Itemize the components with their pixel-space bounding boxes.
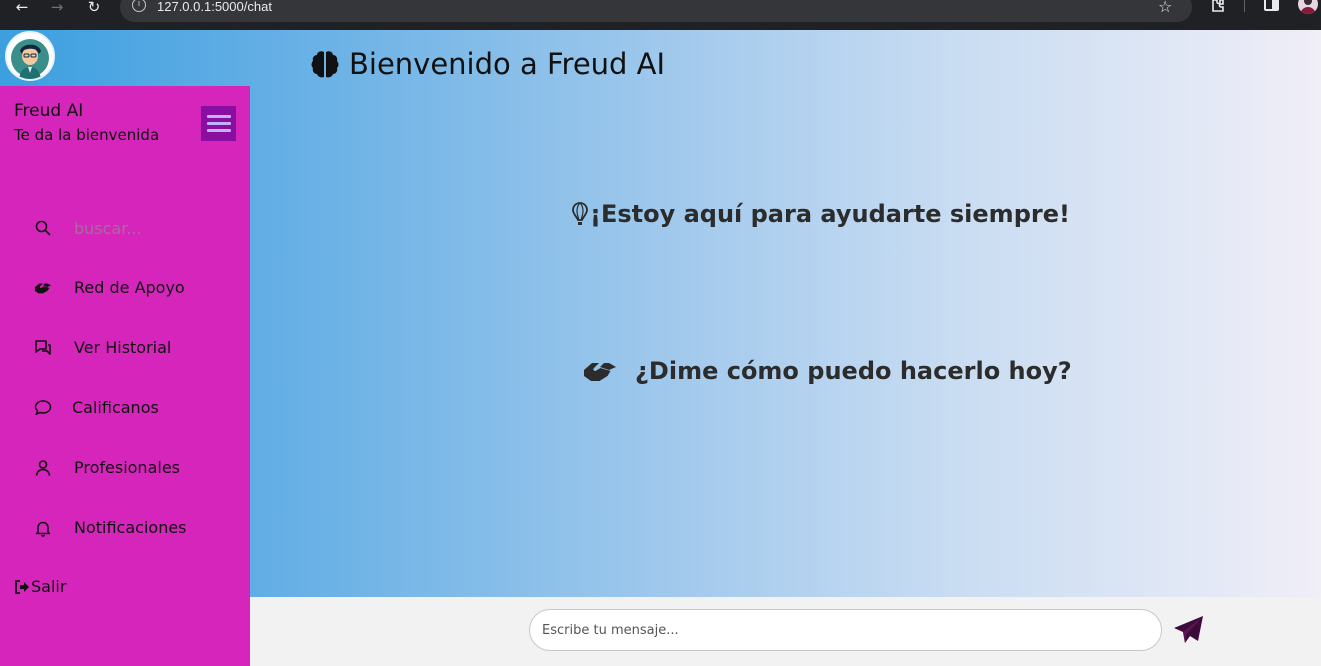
sidebar-item-label: Red de Apoyo (74, 278, 185, 297)
page-title-text: Bienvenido a Freud AI (349, 47, 666, 81)
side-panel-icon[interactable] (1264, 0, 1279, 11)
address-url[interactable]: 127.0.0.1:5000/chat (157, 0, 272, 14)
message-input[interactable] (529, 609, 1162, 651)
logout-link[interactable]: Salir (14, 577, 66, 596)
handshake-icon (34, 283, 52, 294)
handshake-icon (584, 363, 616, 381)
sidebar-item-red-de-apoyo[interactable]: Red de Apoyo (0, 268, 250, 308)
sidebar: Freud AI Te da la bienvenida Red de Apoy… (0, 86, 250, 666)
sidebar-item-label: Calificanos (72, 398, 159, 417)
page-title: Bienvenido a Freud AI (309, 47, 665, 81)
freud-logo-avatar (5, 31, 55, 81)
sidebar-item-notificaciones[interactable]: Notificaciones (0, 508, 250, 548)
hamburger-line (206, 115, 231, 118)
sign-out-icon (15, 579, 29, 594)
search-icon[interactable] (34, 219, 52, 237)
hot-air-balloon-icon (572, 202, 588, 225)
welcome-headline: ¡Estoy aquí para ayudarte siempre! (570, 200, 1070, 228)
extensions-icon[interactable] (1210, 0, 1226, 12)
address-bar[interactable] (120, 0, 1192, 22)
sidebar-item-label: Notificaciones (74, 518, 187, 537)
paper-plane-icon (1174, 616, 1203, 643)
hamburger-line (206, 122, 231, 125)
bell-icon (35, 521, 51, 537)
forward-icon[interactable]: → (48, 0, 66, 15)
logout-label: Salir (31, 577, 67, 596)
back-icon[interactable]: ← (13, 0, 31, 15)
toolbar-divider (1244, 0, 1245, 12)
send-button[interactable] (1172, 613, 1206, 647)
hamburger-line (206, 129, 231, 132)
sidebar-search (0, 208, 250, 248)
profile-avatar[interactable] (1298, 0, 1318, 14)
chat-page: Bienvenido a Freud AI Freud AI Te da la … (0, 30, 1321, 666)
brand-name: Freud AI (14, 101, 84, 121)
brain-icon (311, 51, 339, 78)
chat-history-icon (35, 340, 51, 355)
sidebar-item-label: Profesionales (74, 458, 180, 477)
message-composer (250, 597, 1321, 666)
sidebar-item-ver-historial[interactable]: Ver Historial (0, 328, 250, 368)
browser-toolbar: ← → ↻ i 127.0.0.1:5000/chat ☆ (0, 0, 1321, 30)
bookmark-star-icon[interactable]: ☆ (1158, 0, 1172, 16)
reload-icon[interactable]: ↻ (85, 0, 103, 15)
help-prompt: ¿Dime cómo puedo hacerlo hoy? (583, 357, 1072, 385)
sidebar-item-calificanos[interactable]: Calificanos (0, 388, 250, 428)
sidebar-item-profesionales[interactable]: Profesionales (0, 448, 250, 488)
menu-toggle-button[interactable] (201, 106, 236, 141)
sidebar-item-label: Ver Historial (74, 338, 172, 357)
brand-subtitle: Te da la bienvenida (14, 126, 160, 144)
welcome-headline-text: ¡Estoy aquí para ayudarte siempre! (590, 200, 1070, 228)
search-input[interactable] (74, 216, 234, 240)
comment-icon (34, 400, 52, 416)
help-prompt-text: ¿Dime cómo puedo hacerlo hoy? (635, 357, 1072, 385)
user-icon (35, 460, 51, 476)
